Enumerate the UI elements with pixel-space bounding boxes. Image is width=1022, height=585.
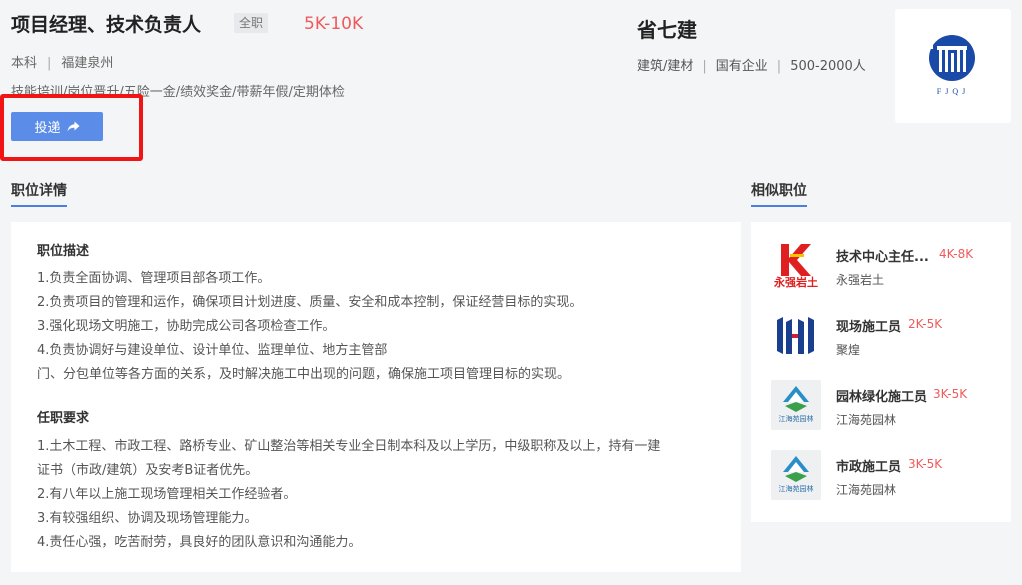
similar-job-title: 现场施工员 <box>836 320 902 335</box>
company-logo-emblem-icon <box>928 35 975 81</box>
requirement-line: 4.责任心强，吃苦耐劳，具良好的团队意识和沟通能力。 <box>37 535 362 550</box>
description-line: 1.负责全面协调、管理项目部各项工作。 <box>37 271 271 286</box>
apply-button-label: 投递 <box>34 121 61 136</box>
similar-job-salary: 4K-8K <box>939 247 974 261</box>
company-industry: 建筑/建材 <box>637 59 694 74</box>
company-logo[interactable]: FJQJ <box>895 9 1011 123</box>
separator: | <box>47 56 52 71</box>
location: 福建泉州 <box>61 56 114 71</box>
company-logo-text: 永强岩土 <box>774 276 818 289</box>
similar-job-item[interactable]: 永强岩土 技术中心主任... 4K-8K 永强岩土 <box>771 234 1006 294</box>
section-title-job-detail[interactable]: 职位详情 <box>11 180 67 207</box>
similar-job-salary: 2K-5K <box>908 317 943 331</box>
similar-job-company: 永强岩土 <box>836 273 885 287</box>
requirements-heading: 任职要求 <box>37 411 90 426</box>
apply-button[interactable]: 投递 <box>11 112 103 141</box>
similar-job-salary: 3K-5K <box>933 387 968 401</box>
description-line: 4.负责协调好与建设单位、设计单位、监理单位、地方主管部 <box>37 343 388 358</box>
job-detail-card: 职位描述 1.负责全面协调、管理项目部各项工作。 2.负责项目的管理和运作，确保… <box>11 222 741 572</box>
share-arrow-icon <box>67 121 79 132</box>
description-line: 门、分包单位等各方面的关系，及时解决施工中出现的问题，确保施工项目管理目标的实现… <box>37 367 571 382</box>
description-heading: 职位描述 <box>37 244 90 259</box>
similar-job-company: 江海苑园林 <box>836 483 897 497</box>
similar-job-item[interactable]: 江海苑园林 市政施工员 3K-5K 江海苑园林 <box>771 444 1006 504</box>
company-logo-text: 江海苑园林 <box>778 415 814 423</box>
similar-job-title: 技术中心主任... <box>836 250 929 265</box>
juhuang-logo-icon <box>777 317 814 354</box>
company-logo: 永强岩土 <box>771 240 821 290</box>
company-name[interactable]: 省七建 <box>637 14 697 43</box>
description-line: 2.负责项目的管理和运作，确保项目计划进度、质量、安全和成本控制，保证经营目标的… <box>37 295 583 310</box>
similar-jobs-card: 永强岩土 技术中心主任... 4K-8K 永强岩土 现场施工员 2K-5K 聚煌 <box>751 222 1011 522</box>
description-line: 3.强化现场文明施工，协助完成公司各项检查工作。 <box>37 319 336 334</box>
requirement-line: 1.土木工程、市政工程、路桥专业、矿山整治等相关专业全日制本科及以上学历，中级职… <box>37 439 661 454</box>
job-salary: 5K-10K <box>304 14 364 34</box>
company-logo-text: 江海苑园林 <box>778 485 814 493</box>
job-requirements: 本科 | 福建泉州 <box>11 52 113 71</box>
similar-job-item[interactable]: 江海苑园林 园林绿化施工员 3K-5K 江海苑园林 <box>771 374 1006 434</box>
similar-job-company: 聚煌 <box>836 343 861 357</box>
similar-job-title: 市政施工员 <box>836 460 902 475</box>
company-info: 建筑/建材 | 国有企业 | 500-2000人 <box>637 55 866 74</box>
separator: | <box>702 59 707 74</box>
requirement-line: 3.有较强组织、协调及现场管理能力。 <box>37 511 258 526</box>
similar-job-item[interactable]: 现场施工员 2K-5K 聚煌 <box>771 304 1006 364</box>
company-logo-text: FJQJ <box>936 87 970 96</box>
company-ownership: 国有企业 <box>715 59 768 74</box>
requirement-line: 2.有八年以上施工现场管理相关工作经验者。 <box>37 487 297 502</box>
requirement-line: 证书（市政/建筑）及安考B证者优先。 <box>37 463 259 478</box>
job-benefits: 技能培训/岗位晋升/五险一金/绩效奖金/带薪年假/定期体检 <box>11 85 345 100</box>
job-title: 项目经理、技术负责人 <box>11 14 202 36</box>
section-title-similar-jobs[interactable]: 相似职位 <box>751 180 807 207</box>
similar-job-company: 江海苑园林 <box>836 413 897 427</box>
similar-job-title: 园林绿化施工员 <box>836 390 928 405</box>
education: 本科 <box>11 56 38 71</box>
company-logo <box>771 310 821 360</box>
company-logo: 江海苑园林 <box>771 450 821 500</box>
separator: | <box>776 59 782 74</box>
company-logo: 江海苑园林 <box>771 380 821 430</box>
company-size: 500-2000人 <box>790 59 866 74</box>
job-type-badge: 全职 <box>234 13 268 33</box>
similar-job-salary: 3K-5K <box>908 457 943 471</box>
